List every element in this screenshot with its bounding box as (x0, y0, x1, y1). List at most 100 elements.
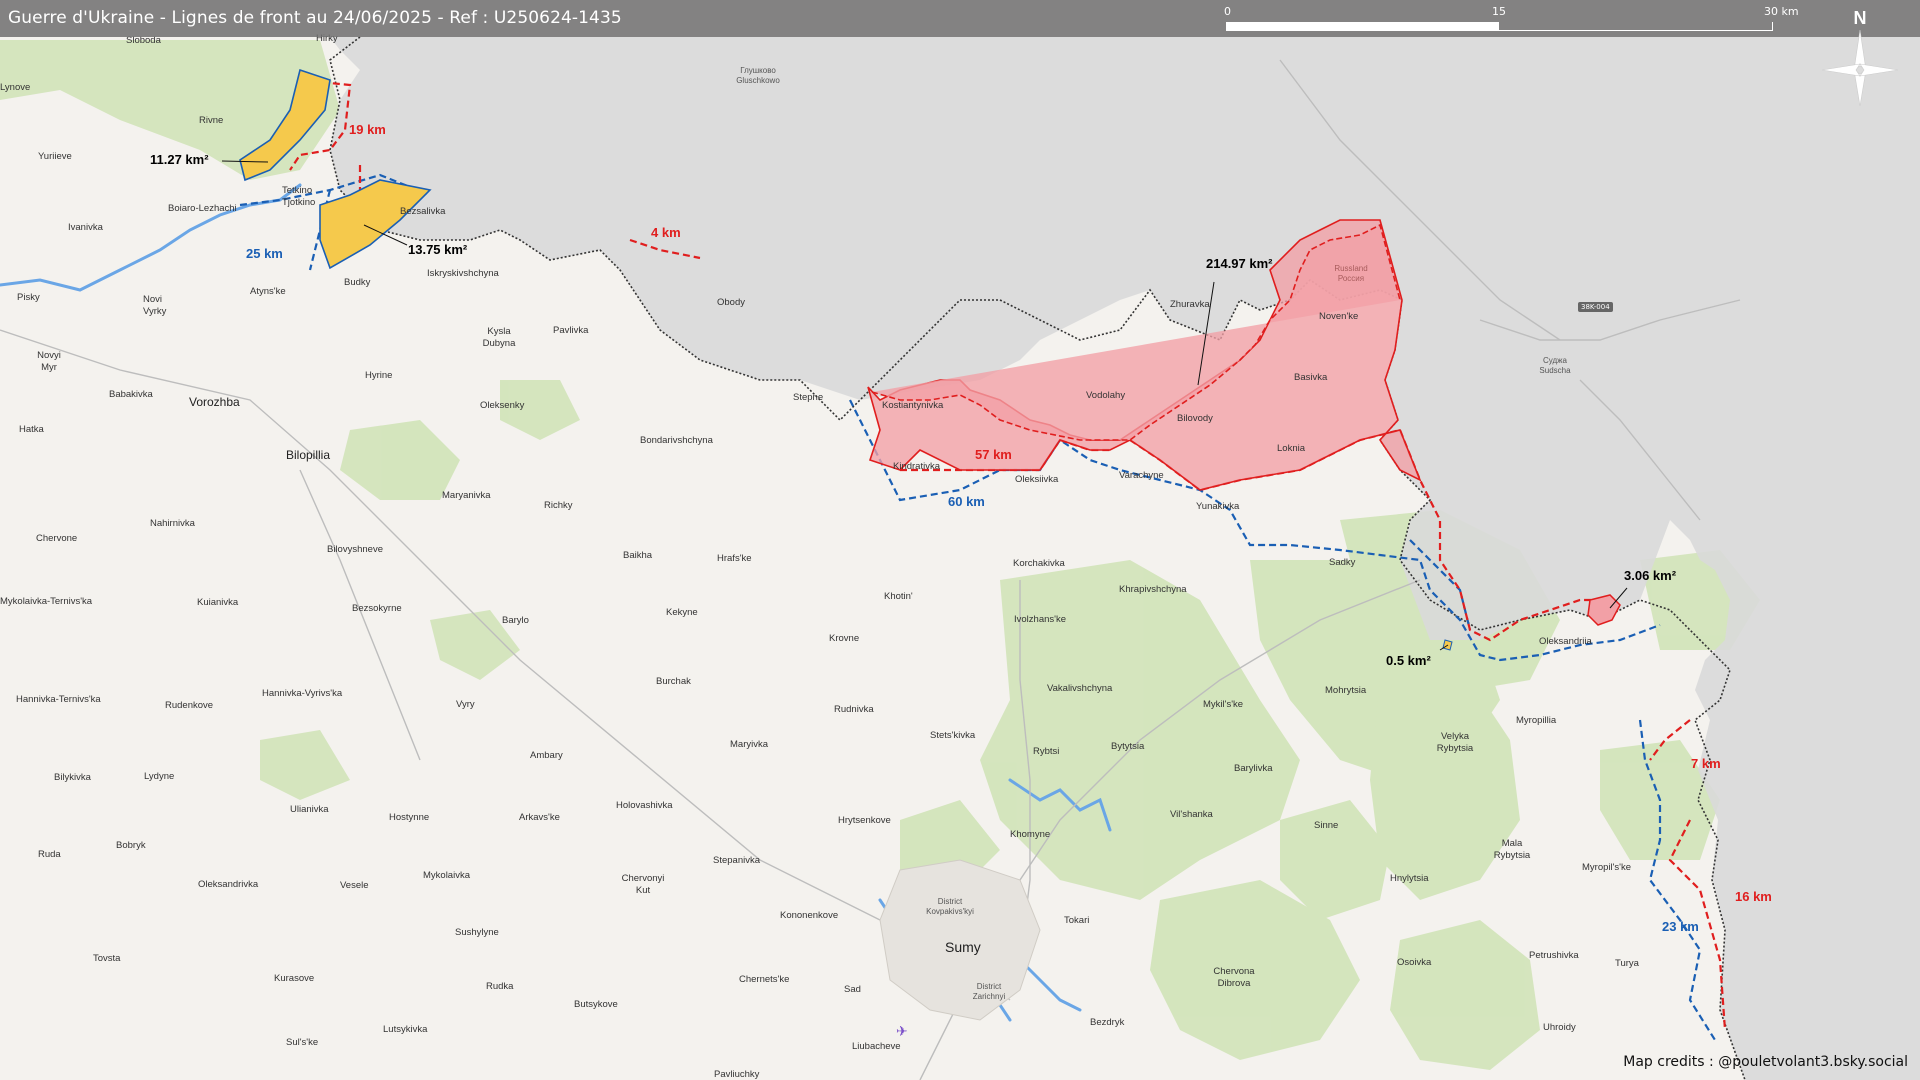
place-label: Kindrativka (893, 461, 940, 472)
place-label: Yuriieve (38, 151, 72, 162)
place-label: Basivka (1294, 372, 1328, 383)
place-label: Chervonyi Kut (621, 873, 665, 896)
place-label: Babakivka (109, 389, 153, 400)
place-label: Turya (1615, 958, 1639, 969)
place-label: Ambary (530, 750, 563, 761)
place-label: Глушково Gluschkowo (736, 66, 780, 85)
area-label-4: 3.06 km² (1624, 568, 1677, 583)
place-label: Tovsta (93, 953, 121, 964)
place-label: Oleksiivka (1015, 474, 1059, 485)
scale-bar (1226, 22, 1773, 31)
place-label: Oleksandrivka (198, 879, 259, 890)
place-label: Bilopillia (286, 448, 331, 462)
place-label: Bytytsia (1111, 741, 1145, 752)
place-label: Kostiantynivka (882, 400, 944, 411)
place-label: Hatka (19, 424, 44, 435)
map-canvas[interactable] (0, 0, 1920, 1080)
place-label: Loknia (1277, 443, 1305, 454)
area-label-1: 11.27 km² (150, 152, 209, 167)
place-label: Myropil's'ke (1582, 862, 1632, 873)
place-label: Kekyne (666, 607, 698, 618)
place-label: Rybtsi (1033, 746, 1060, 757)
place-label: Hostynne (389, 812, 430, 823)
place-label: Vesele (340, 880, 369, 891)
area-label-3: 214.97 km² (1206, 256, 1273, 271)
place-label: Stepne (793, 392, 824, 403)
place-label: Bezsalivka (400, 206, 446, 217)
place-label: Bezsokyrne (352, 603, 402, 614)
place-label: Bezdryk (1090, 1017, 1125, 1028)
place-label: Uhroidy (1543, 1022, 1576, 1033)
place-label: Sumy (945, 939, 981, 955)
place-label: Hrytsenkove (838, 815, 891, 826)
place-label: Chernets'ke (739, 974, 790, 985)
place-label: Obody (717, 297, 745, 308)
place-label: Chervona Dibrova (1213, 966, 1255, 989)
area-label-2: 13.75 km² (408, 242, 468, 257)
distance-label-8: 23 km (1662, 919, 1699, 934)
place-label: Noven'ke (1319, 311, 1359, 322)
place-label: Ruda (38, 849, 61, 860)
distance-label-1: 19 km (349, 122, 386, 137)
place-label: Ivanivka (68, 222, 103, 233)
place-label: Osoivka (1397, 957, 1432, 968)
place-label: Atyns'ke (250, 286, 286, 297)
place-label: Bilykivka (54, 772, 91, 783)
distance-label-6: 7 km (1691, 756, 1721, 771)
place-label: Lutsykivka (383, 1024, 428, 1035)
place-label: Tokari (1064, 915, 1090, 926)
map-title: Guerre d'Ukraine - Lignes de front au 24… (8, 8, 622, 28)
place-label: Kononenkove (780, 910, 839, 921)
place-label: Russland Россия (1334, 264, 1368, 283)
place-label: Nahirnivka (150, 518, 195, 529)
place-label: Rudenkove (165, 700, 214, 711)
place-label: Sad (844, 984, 861, 995)
place-label: Zhuravka (1170, 299, 1210, 310)
place-label: Bobryk (116, 840, 146, 851)
map-credits: Map credits : @pouletvolant3.bsky.social (1623, 1054, 1908, 1070)
distance-label-4: 57 km (975, 447, 1012, 462)
place-label: Liubacheve (852, 1041, 901, 1052)
north-label: N (1854, 8, 1867, 28)
place-label: Tjotkino (282, 197, 316, 208)
place-label: Myropillia (1516, 715, 1557, 726)
place-label: Vorozhba (189, 395, 240, 409)
area-label-5: 0.5 km² (1386, 653, 1431, 668)
place-label: Ulianivka (290, 804, 329, 815)
place-label: Richky (544, 500, 573, 511)
place-label: District Zarichnyi (972, 982, 1006, 1001)
place-label: Khrapivshchyna (1119, 584, 1187, 595)
place-label: Mykolaivka (423, 870, 470, 881)
place-label: Iskryskivshchyna (427, 268, 499, 279)
place-label: Stets'kivka (930, 730, 976, 741)
place-label: Khotin' (884, 591, 913, 602)
place-label: Vyry (456, 699, 475, 710)
place-label: Khomyne (1010, 829, 1051, 840)
road-badge: 38K-004 (1578, 302, 1613, 312)
place-label: Bilovody (1177, 413, 1213, 424)
place-label: Суджа Sudscha (1539, 356, 1571, 375)
distance-label-3: 4 km (651, 225, 681, 240)
scale-label-0: 0 (1224, 5, 1231, 18)
place-label: Rivne (199, 115, 224, 126)
place-label: Stepanivka (713, 855, 761, 866)
place-label: Kuianivka (197, 597, 239, 608)
place-label: Bondarivshchyna (640, 435, 713, 446)
place-label: Lynove (0, 82, 31, 93)
distance-label-2: 25 km (246, 246, 283, 261)
place-label: Vil'shanka (1170, 809, 1213, 820)
place-label: Kurasove (274, 973, 315, 984)
place-label: District Kovpakivs'kyi (926, 897, 974, 916)
distance-label-7: 16 km (1735, 889, 1772, 904)
scale-label-30: 30 km (1764, 5, 1799, 18)
airplane-icon: ✈ (896, 1024, 908, 1040)
place-label: Krovne (829, 633, 860, 644)
place-label: Mohrytsia (1325, 685, 1367, 696)
place-label: Barylo (502, 615, 529, 626)
place-label: Pavlivka (553, 325, 589, 336)
place-label: Rudka (486, 981, 514, 992)
place-label: Pisky (17, 292, 40, 303)
place-label: Burchak (656, 676, 691, 687)
place-label: Vakalivshchyna (1047, 683, 1113, 694)
place-label: Hrafs'ke (717, 553, 752, 564)
